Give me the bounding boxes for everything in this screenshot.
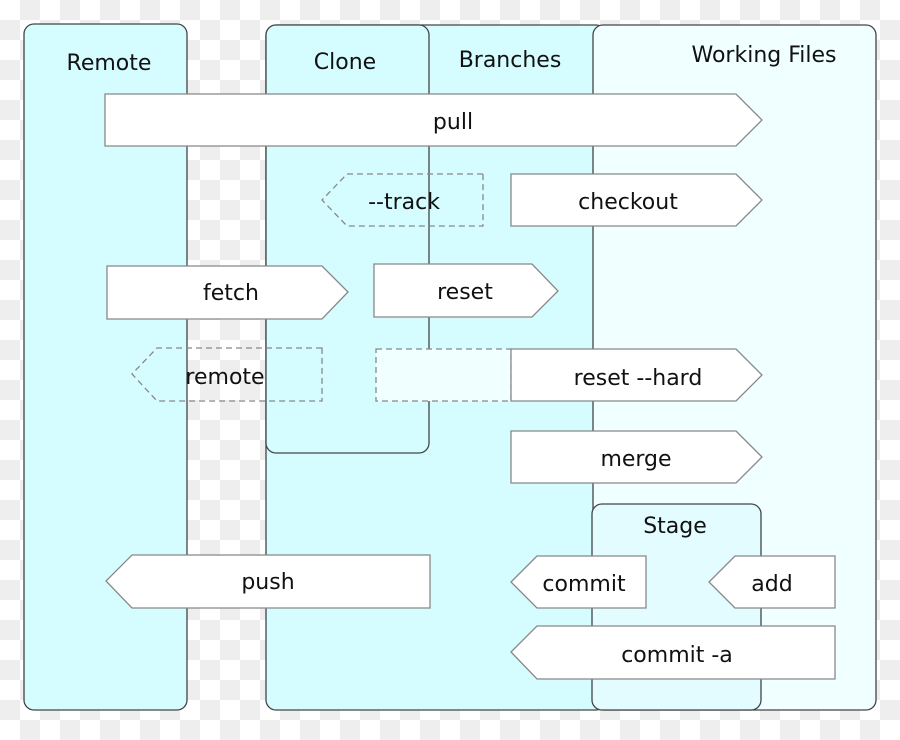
reset-hard-label: reset --hard — [574, 366, 703, 391]
lane-title-working-files: Working Files — [692, 43, 837, 68]
checkout-arrow: checkout — [510, 173, 763, 227]
remote-label: remote — [185, 365, 264, 390]
fetch-arrow: fetch — [106, 265, 349, 320]
push-label: push — [241, 570, 294, 595]
pull-label: pull — [433, 110, 473, 135]
track-label: --track — [368, 190, 440, 215]
git-workflow-diagram: Remote Clone Branches Working Files Stag… — [23, 23, 877, 711]
commit-a-label: commit -a — [621, 643, 733, 668]
add-label: add — [751, 572, 792, 597]
reset-hard-arrow: reset --hard — [510, 348, 763, 402]
add-arrow: add — [708, 555, 836, 609]
lane-title-branches: Branches — [459, 48, 562, 73]
reset-arrow: reset — [373, 263, 559, 318]
merge-label: merge — [600, 447, 671, 472]
commit-arrow: commit — [510, 555, 647, 609]
merge-arrow: merge — [510, 430, 763, 484]
push-arrow: push — [105, 554, 431, 609]
lane-title-clone: Clone — [314, 50, 376, 75]
reset-label: reset — [437, 280, 493, 305]
reset-hard-dashed-extension — [375, 348, 512, 402]
pull-arrow: pull — [104, 93, 763, 147]
commit-a-arrow: commit -a — [510, 625, 836, 680]
fetch-label: fetch — [203, 281, 259, 306]
checkout-label: checkout — [578, 190, 678, 215]
lane-title-remote: Remote — [67, 51, 152, 76]
lane-title-stage: Stage — [643, 514, 707, 539]
commit-label: commit — [542, 572, 626, 597]
